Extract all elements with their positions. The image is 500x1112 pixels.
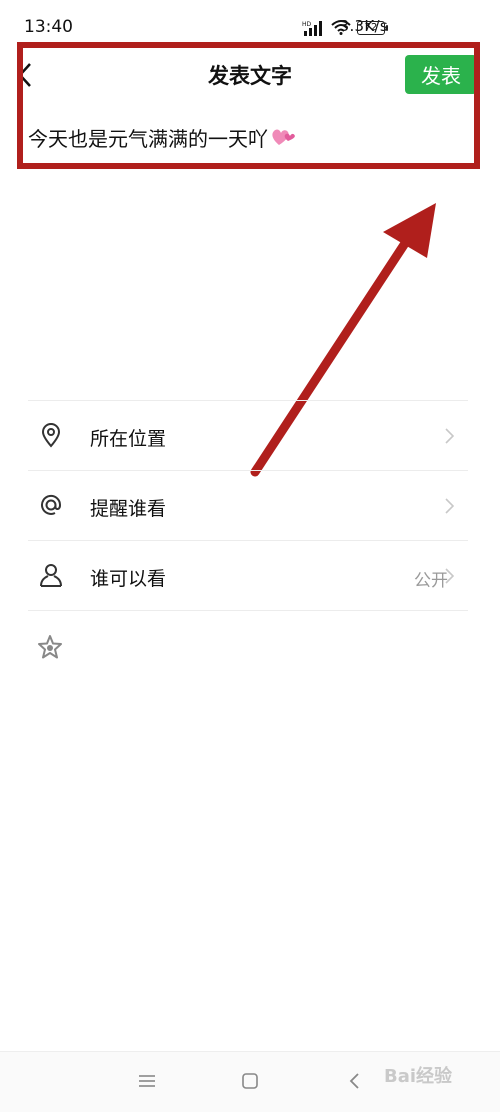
menu-icon[interactable]	[138, 1073, 156, 1089]
at-sign-icon	[41, 494, 62, 515]
battery-level: 72	[357, 21, 385, 35]
option-label: 提醒谁看	[90, 498, 167, 520]
chevron-right-icon	[445, 568, 454, 584]
options-list: 所在位置 提醒谁看 谁可以看 公开	[28, 400, 468, 681]
battery-icon: 72	[357, 21, 388, 35]
svg-text:HD: HD	[302, 21, 312, 28]
status-time: 13:40	[24, 17, 73, 37]
option-mention[interactable]: 提醒谁看	[28, 470, 468, 540]
signal-icon: HD	[302, 21, 322, 36]
person-icon	[40, 564, 62, 587]
publish-button[interactable]: 发表	[405, 55, 477, 94]
post-text-input[interactable]: 今天也是元气满满的一天吖	[28, 123, 296, 152]
chevron-right-icon	[445, 498, 454, 514]
star-icon[interactable]	[36, 633, 64, 661]
post-text: 今天也是元气满满的一天吖	[28, 127, 268, 151]
visibility-value: 公开	[414, 571, 448, 591]
star-row	[28, 610, 468, 681]
option-label: 所在位置	[90, 428, 167, 450]
chevron-right-icon	[445, 428, 454, 444]
status-bar: 13:40 3.3K/s HD 72	[0, 0, 500, 56]
heart-icon	[272, 129, 295, 145]
watermark: Bai经验	[384, 1066, 453, 1087]
home-square-icon[interactable]	[241, 1072, 259, 1090]
option-label: 谁可以看	[90, 568, 167, 590]
option-location[interactable]: 所在位置	[28, 400, 468, 470]
back-triangle-icon[interactable]	[348, 1072, 362, 1090]
location-pin-icon	[41, 423, 61, 448]
option-visibility[interactable]: 谁可以看 公开	[28, 540, 468, 610]
wifi-icon	[331, 20, 351, 35]
